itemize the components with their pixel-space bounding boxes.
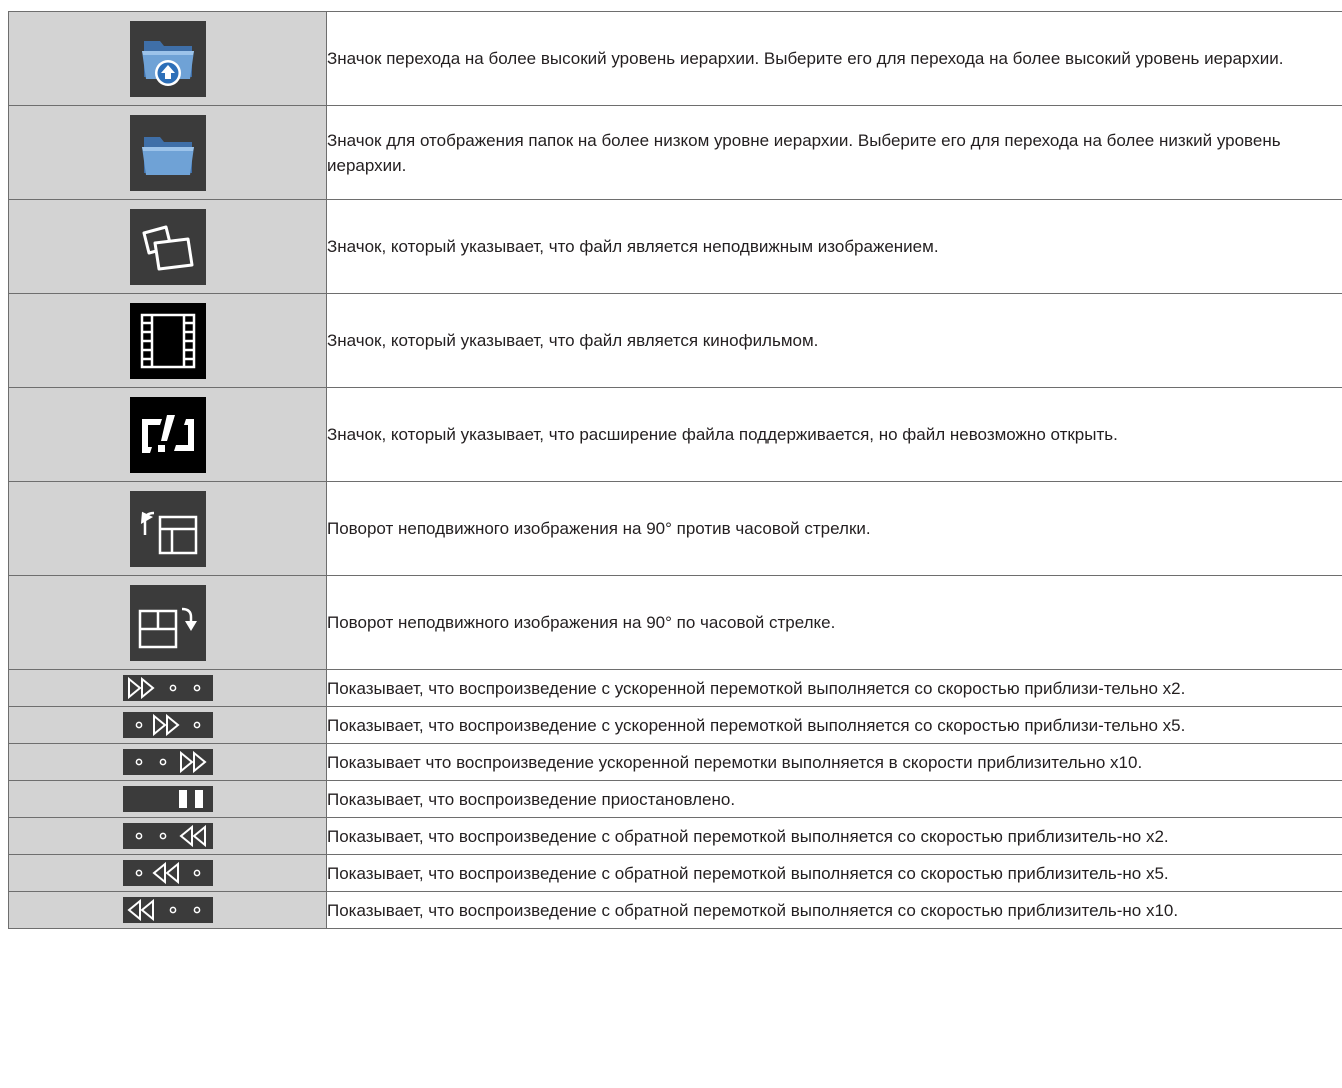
table-row: Значок, который указывает, что расширени…: [8, 387, 1342, 482]
folder-icon: [129, 114, 206, 191]
icon-cell: [8, 669, 327, 707]
rewind-x2-indicator: [122, 823, 213, 849]
pause-indicator: [122, 786, 213, 812]
icon-cell: [8, 105, 327, 200]
row-description: Поворот неподвижного изображения на 90° …: [326, 575, 1342, 670]
table-row: Показывает что воспроизведение ускоренно…: [8, 743, 1342, 781]
icon-cell: [8, 706, 327, 744]
table-row: Значок перехода на более высокий уровень…: [8, 11, 1342, 106]
unsupported-file-warning-icon: [129, 396, 206, 473]
folder-up-icon: [129, 20, 206, 97]
row-description: Поворот неподвижного изображения на 90° …: [326, 481, 1342, 576]
icon-cell: [8, 817, 327, 855]
row-description: Показывает, что воспроизведение с ускоре…: [326, 706, 1342, 744]
table-row: Показывает, что воспроизведение с обратн…: [8, 891, 1342, 929]
table-row: Показывает, что воспроизведение с обратн…: [8, 854, 1342, 892]
icon-cell: [8, 293, 327, 388]
icon-cell: [8, 387, 327, 482]
movie-film-icon: [129, 302, 206, 379]
icon-cell: [8, 743, 327, 781]
row-description: Значок, который указывает, что файл явля…: [326, 199, 1342, 294]
table-row: Показывает, что воспроизведение с ускоре…: [8, 669, 1342, 707]
row-description: Показывает что воспроизведение ускоренно…: [326, 743, 1342, 781]
row-description: Значок, который указывает, что расширени…: [326, 387, 1342, 482]
table-row: Поворот неподвижного изображения на 90° …: [8, 481, 1342, 576]
icon-cell: [8, 11, 327, 106]
still-image-icon: [129, 208, 206, 285]
icon-cell: [8, 891, 327, 929]
icon-cell: [8, 780, 327, 818]
row-description: Показывает, что воспроизведение с ускоре…: [326, 669, 1342, 707]
rotate-right-icon: [129, 584, 206, 661]
table-row: Показывает, что воспроизведение с ускоре…: [8, 706, 1342, 744]
icon-cell: [8, 854, 327, 892]
table-row: Значок для отображения папок на более ни…: [8, 105, 1342, 200]
row-description: Показывает, что воспроизведение с обратн…: [326, 854, 1342, 892]
fast-forward-x5-indicator: [122, 712, 213, 738]
table-row: Значок, который указывает, что файл явля…: [8, 293, 1342, 388]
icon-cell: [8, 481, 327, 576]
rewind-x5-indicator: [122, 860, 213, 886]
row-description: Значок для отображения папок на более ни…: [326, 105, 1342, 200]
fast-forward-x10-indicator: [122, 749, 213, 775]
row-description: Значок перехода на более высокий уровень…: [326, 11, 1342, 106]
table-row: Показывает, что воспроизведение приостан…: [8, 780, 1342, 818]
table-row: Поворот неподвижного изображения на 90° …: [8, 575, 1342, 670]
row-description: Значок, который указывает, что файл явля…: [326, 293, 1342, 388]
icon-description-table: Значок перехода на более высокий уровень…: [8, 11, 1342, 929]
row-description: Показывает, что воспроизведение с обратн…: [326, 891, 1342, 929]
icon-cell: [8, 575, 327, 670]
fast-forward-x2-indicator: [122, 675, 213, 701]
row-description: Показывает, что воспроизведение с обратн…: [326, 817, 1342, 855]
row-description: Показывает, что воспроизведение приостан…: [326, 780, 1342, 818]
table-row: Показывает, что воспроизведение с обратн…: [8, 817, 1342, 855]
icon-cell: [8, 199, 327, 294]
rotate-left-icon: [129, 490, 206, 567]
rewind-x10-indicator: [122, 897, 213, 923]
table-row: Значок, который указывает, что файл явля…: [8, 199, 1342, 294]
